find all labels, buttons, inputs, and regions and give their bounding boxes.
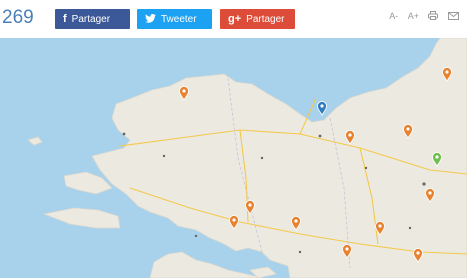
facebook-icon: f: [63, 13, 67, 25]
article-tools: A- A+: [382, 11, 459, 21]
share-bar: 269 f Partager Tweeter g+ Partager A- A+: [0, 0, 467, 36]
map[interactable]: [0, 38, 467, 278]
googleplus-icon: g+: [228, 13, 242, 25]
facebook-share-label: Partager: [71, 14, 111, 25]
googleplus-share-label: Partager: [246, 14, 285, 25]
googleplus-share-button[interactable]: g+ Partager: [220, 9, 295, 29]
email-icon[interactable]: [448, 11, 459, 21]
font-increase-button[interactable]: A+: [408, 11, 419, 21]
facebook-share-button[interactable]: f Partager: [55, 9, 130, 29]
print-icon[interactable]: [428, 11, 441, 21]
share-count: 269: [2, 7, 34, 28]
twitter-share-label: Tweeter: [161, 14, 197, 25]
twitter-icon: [145, 9, 156, 29]
map-canvas[interactable]: [0, 38, 467, 278]
twitter-share-button[interactable]: Tweeter: [137, 9, 212, 29]
font-decrease-button[interactable]: A-: [389, 11, 398, 21]
